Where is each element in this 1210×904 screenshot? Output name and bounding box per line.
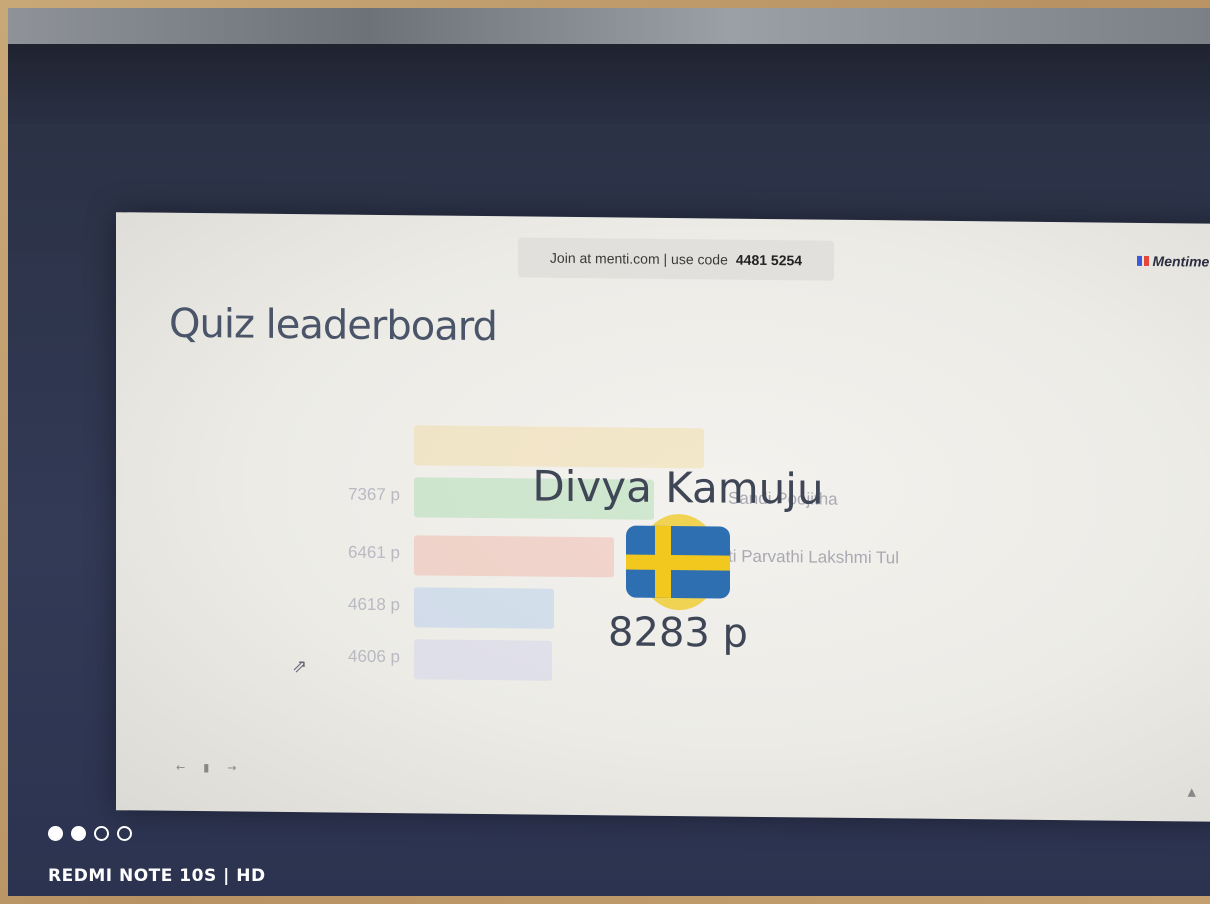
camera-mode-dots [48,826,132,841]
brand-name: Mentimet [1152,253,1210,270]
mentimeter-logo-icon [1136,255,1149,267]
next-arrow-icon[interactable]: → [227,761,236,774]
presentation-slide: Join at menti.com | use code 4481 5254 M… [116,212,1210,822]
mouse-cursor-icon: ⇗ [292,656,308,678]
join-text: Join at menti.com | use code [549,249,728,268]
join-code: 4481 5254 [735,251,803,269]
previous-arrow-icon[interactable]: ← [176,761,185,774]
dot-icon [71,826,86,841]
dot-icon [117,826,132,841]
leaderboard-row: 4606 p [116,212,1210,681]
photo-frame: Join at menti.com | use code 4481 5254 M… [8,8,1210,896]
menu-logo-icon[interactable]: ▮ [203,761,209,774]
leaderboard-row: 4618 p [116,212,1210,629]
winner-name: Divya Kamuju [532,461,824,514]
dot-icon [94,826,109,841]
leaderboard-bar-3 [414,535,614,578]
leaderboard-row: 6461 p ti Parvathi Lakshmi Tul [116,212,1210,578]
page-title: Quiz leaderboard [169,300,497,351]
slide-navigation[interactable]: ← ▮ → [176,761,237,775]
reaction-icon[interactable]: ▲ [1188,785,1196,798]
row-name: ti Parvathi Lakshmi Tul [728,546,900,568]
dot-icon [48,826,63,841]
room-background [8,8,1210,44]
join-banner: Join at menti.com | use code 4481 5254 [518,237,834,281]
row-score: 7367 p [348,484,400,505]
leaderboard-row: 7367 p Sandi Poojitha [116,212,1210,520]
row-score: 6461 p [348,542,400,563]
row-score: 4606 p [348,646,400,667]
sweden-flag-icon [626,525,730,599]
camera-watermark: REDMI NOTE 10S | HD [48,866,266,886]
monitor-bezel [8,44,1210,124]
winner-score: 8283 p [608,609,748,657]
brand-logo: Mentimet [1136,253,1210,270]
row-score: 4618 p [348,594,400,615]
